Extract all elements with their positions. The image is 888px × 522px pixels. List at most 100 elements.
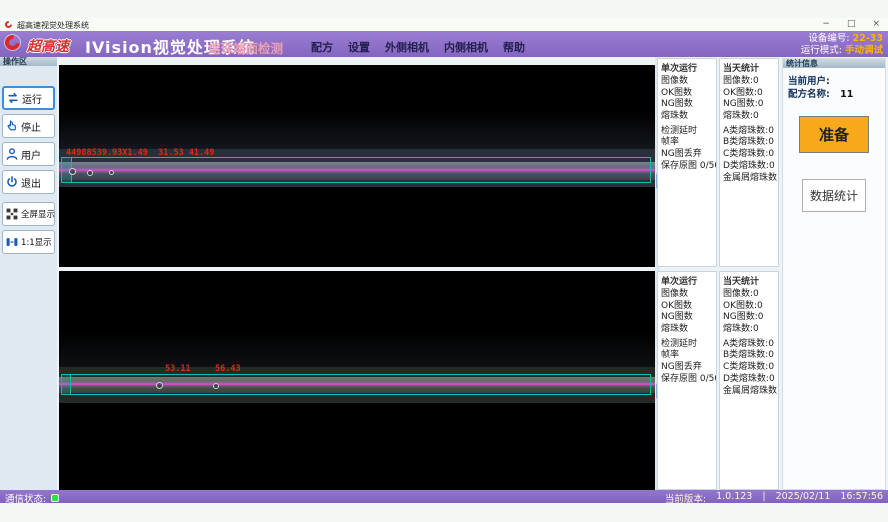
menu-recipe[interactable]: 配方 bbox=[311, 39, 333, 55]
one-to-one-button-label: 1:1显示 bbox=[21, 236, 52, 248]
single-run-title: 单次运行 bbox=[658, 272, 716, 289]
stat-row: 保存原图 0/500 bbox=[658, 374, 716, 386]
recipe-name-label: 配方名称: bbox=[788, 89, 830, 100]
comm-status-label: 通信状态: bbox=[5, 491, 46, 505]
app-header: 超高速 IVision视觉处理系统 熔珠端面检测 配方 设置 外侧相机 内侧相机… bbox=[0, 31, 888, 57]
stat-row: C类熔珠数:0 bbox=[720, 362, 778, 374]
stat-row: 保存原图 0/500 bbox=[658, 161, 716, 173]
image-gradient-band bbox=[59, 331, 655, 367]
comm-status-indicator bbox=[51, 494, 59, 502]
window-titlebar: 超高速视觉处理系统 − □ × bbox=[0, 18, 888, 31]
sidebar-caption: 操作区 bbox=[0, 57, 57, 66]
defect-marker bbox=[87, 170, 93, 176]
run-mode-value: 手动调试 bbox=[845, 45, 883, 56]
today-stats-panel-inner: 当天统计 图像数:0 OK图数:0 NG图数:0 熔珠数:0 A类熔珠数:0 B… bbox=[719, 271, 779, 490]
camera-view-outer[interactable]: 44988539.93X1.49 31.53 41.49 bbox=[59, 65, 655, 267]
user-button-label: 用户 bbox=[21, 147, 41, 162]
defect-marker bbox=[156, 382, 163, 389]
roi-rectangle bbox=[61, 157, 651, 183]
stat-row: OK图数 bbox=[658, 301, 716, 313]
single-run-panel-outer: 单次运行 图像数 OK图数 NG图数 熔珠数 检测延时 帧率 NG图丢弃 保存原… bbox=[657, 58, 717, 267]
fullscreen-button[interactable]: 全屏显示 bbox=[2, 202, 55, 226]
version-value: 1.0.123 bbox=[716, 491, 752, 505]
single-run-title: 单次运行 bbox=[658, 59, 716, 76]
one-to-one-icon bbox=[5, 235, 19, 249]
one-to-one-button[interactable]: 1:1显示 bbox=[2, 230, 55, 254]
run-arrows-icon bbox=[6, 91, 20, 105]
operation-sidebar: 操作区 运行 停止 用户 退出 bbox=[0, 57, 57, 490]
version-label: 当前版本: bbox=[665, 491, 706, 505]
stat-row: OK图数:0 bbox=[720, 301, 778, 313]
measurement-annotation: 53.11 bbox=[165, 364, 191, 374]
measurement-annotation: 56.43 bbox=[215, 364, 241, 374]
menu-bar: 配方 设置 外侧相机 内侧相机 帮助 bbox=[311, 39, 525, 55]
stat-row: NG图丢弃 bbox=[658, 362, 716, 374]
run-button[interactable]: 运行 bbox=[2, 86, 55, 110]
stat-row: 熔珠数 bbox=[658, 111, 716, 123]
run-mode-label: 运行模式: bbox=[801, 45, 842, 56]
single-run-panel-inner: 单次运行 图像数 OK图数 NG图数 熔珠数 检测延时 帧率 NG图丢弃 保存原… bbox=[657, 271, 717, 490]
run-button-label: 运行 bbox=[22, 91, 42, 106]
recipe-name-value: 11 bbox=[840, 89, 853, 100]
device-info: 设备编号: 22-33 运行模式: 手动调试 bbox=[801, 33, 883, 56]
stat-row: 熔珠数:0 bbox=[720, 111, 778, 123]
roi-start-box bbox=[61, 374, 71, 395]
stop-hand-icon bbox=[5, 119, 19, 133]
defect-marker bbox=[213, 383, 219, 389]
stat-row: 检测延时 bbox=[658, 126, 716, 138]
data-stats-button[interactable]: 数据统计 bbox=[802, 179, 866, 212]
current-user-row: 当前用户: bbox=[788, 73, 837, 87]
brand-logo-text: 超高速 bbox=[27, 36, 69, 56]
stat-row: 图像数 bbox=[658, 289, 716, 301]
stat-row: A类熔珠数:0 bbox=[720, 339, 778, 351]
stat-row: 熔珠数 bbox=[658, 324, 716, 336]
stat-row: NG图数:0 bbox=[720, 312, 778, 324]
stat-row: C类熔珠数:0 bbox=[720, 149, 778, 161]
stats-info-panel: 统计信息 当前用户: 配方名称: 11 准备 数据统计 bbox=[782, 58, 886, 490]
defect-marker bbox=[109, 170, 114, 175]
device-number-value: 22-33 bbox=[853, 33, 883, 44]
defect-marker bbox=[69, 168, 76, 175]
ready-button[interactable]: 准备 bbox=[799, 116, 869, 153]
menu-settings[interactable]: 设置 bbox=[348, 39, 370, 55]
stat-row: B类熔珠数:0 bbox=[720, 350, 778, 362]
stat-row: 图像数:0 bbox=[720, 289, 778, 301]
stat-row: D类熔珠数:0 bbox=[720, 374, 778, 386]
stat-row: NG图丢弃 bbox=[658, 149, 716, 161]
brand-logo-icon bbox=[2, 32, 23, 53]
user-button[interactable]: 用户 bbox=[2, 142, 55, 166]
app-window: 超高速视觉处理系统 − □ × 超高速 IVision视觉处理系统 熔珠端面检测… bbox=[0, 0, 888, 522]
stop-button-label: 停止 bbox=[21, 119, 41, 134]
stop-button[interactable]: 停止 bbox=[2, 114, 55, 138]
app-icon bbox=[4, 20, 14, 30]
stat-row: OK图数:0 bbox=[720, 88, 778, 100]
status-time: 16:57:56 bbox=[840, 491, 883, 505]
menu-outer-camera[interactable]: 外侧相机 bbox=[385, 39, 429, 55]
window-title: 超高速视觉处理系统 bbox=[17, 20, 89, 31]
stat-row: 检测延时 bbox=[658, 339, 716, 351]
today-stats-panel-outer: 当天统计 图像数:0 OK图数:0 NG图数:0 熔珠数:0 A类熔珠数:0 B… bbox=[719, 58, 779, 267]
version-datetime: 当前版本: 1.0.123 | 2025/02/11 16:57:56 bbox=[665, 491, 883, 505]
fullscreen-grid-icon bbox=[5, 207, 19, 221]
user-icon bbox=[5, 147, 19, 161]
stat-row: NG图数 bbox=[658, 312, 716, 324]
minimize-button[interactable]: − bbox=[822, 19, 830, 30]
close-button[interactable]: × bbox=[872, 19, 880, 30]
today-stats-title: 当天统计 bbox=[720, 59, 778, 76]
stat-row: OK图数 bbox=[658, 88, 716, 100]
maximize-button[interactable]: □ bbox=[847, 19, 856, 30]
power-icon bbox=[5, 175, 19, 189]
stat-row: 图像数:0 bbox=[720, 76, 778, 88]
status-bar: 通信状态: 当前版本: 1.0.123 | 2025/02/11 16:57:5… bbox=[0, 490, 888, 503]
camera-view-inner[interactable]: 53.11 56.43 bbox=[59, 271, 655, 490]
stat-row: B类熔珠数:0 bbox=[720, 137, 778, 149]
menu-help[interactable]: 帮助 bbox=[503, 39, 525, 55]
window-controls: − □ × bbox=[822, 19, 880, 30]
exit-button[interactable]: 退出 bbox=[2, 170, 55, 194]
app-subtitle: 熔珠端面检测 bbox=[208, 38, 283, 57]
stat-row: A类熔珠数:0 bbox=[720, 126, 778, 138]
menu-inner-camera[interactable]: 内侧相机 bbox=[444, 39, 488, 55]
stats-info-caption: 统计信息 bbox=[783, 59, 885, 68]
recipe-name-row: 配方名称: 11 bbox=[788, 86, 853, 100]
stat-row: NG图数 bbox=[658, 99, 716, 111]
